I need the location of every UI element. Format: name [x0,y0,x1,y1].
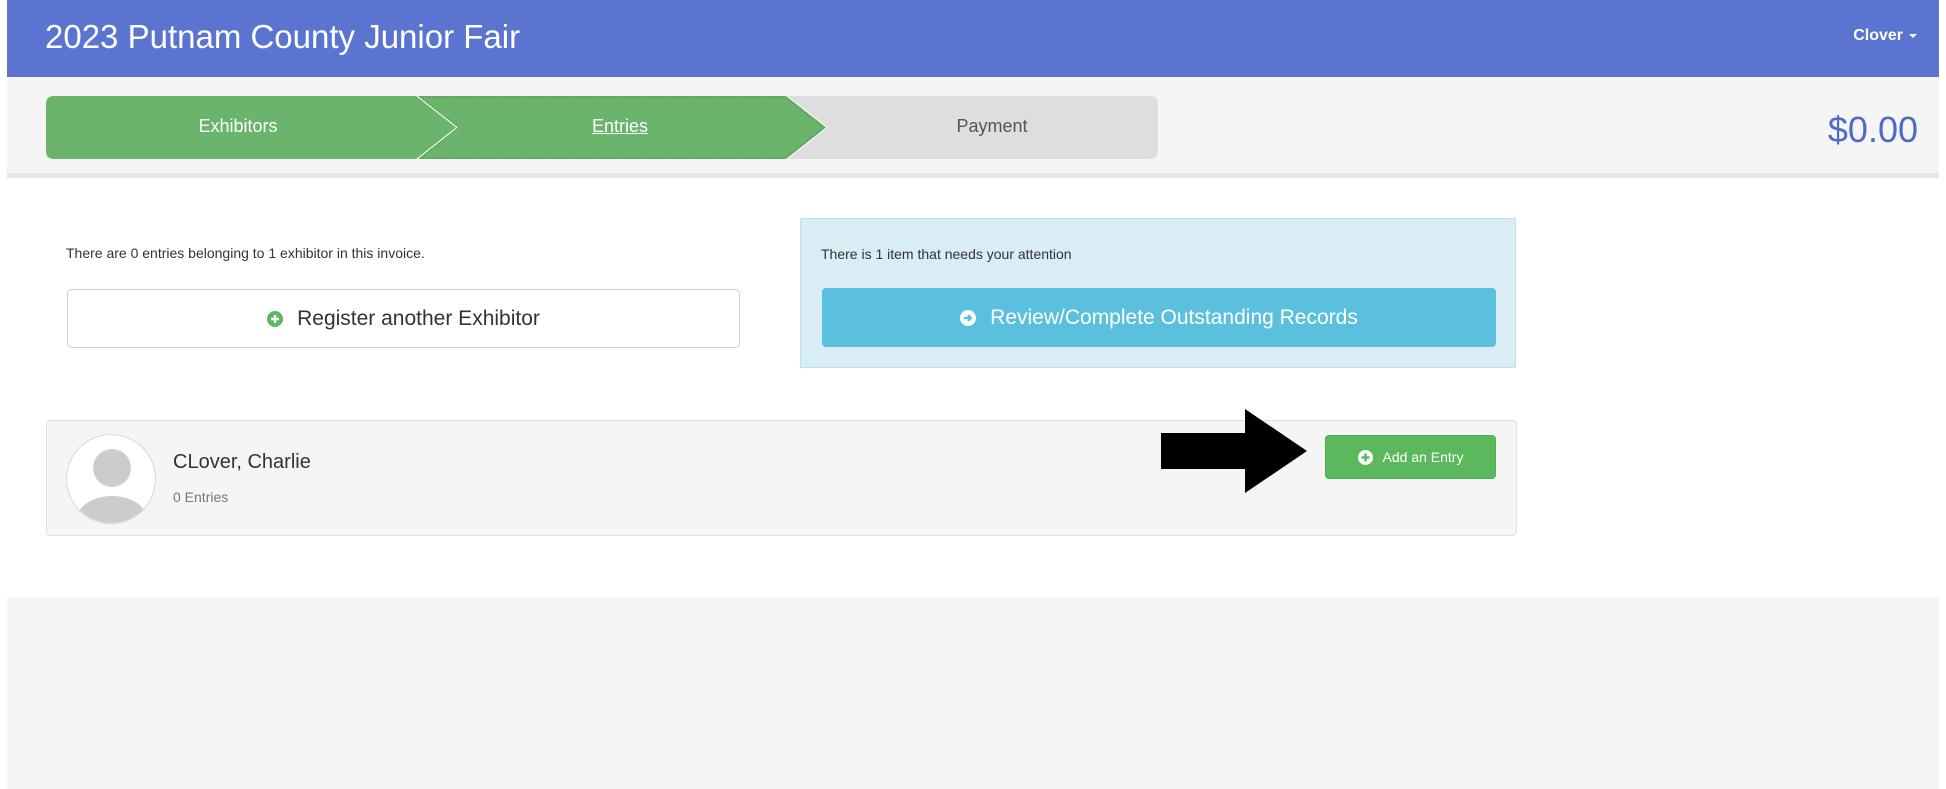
step-payment[interactable]: Payment [892,116,1092,137]
register-exhibitor-button[interactable]: Register another Exhibitor [67,289,740,348]
add-entry-button[interactable]: Add an Entry [1325,435,1496,479]
exhibitor-entry-count: 0 Entries [173,489,229,505]
entries-summary: There are 0 entries belonging to 1 exhib… [66,245,425,261]
footer [7,597,1939,789]
plus-circle-icon [267,310,284,327]
review-records-button[interactable]: Review/Complete Outstanding Records [822,288,1496,347]
black-arrow-annotation [1161,409,1307,493]
step-exhibitors[interactable]: Exhibitors [138,116,338,137]
arrow-right-circle-icon [960,309,977,326]
app-title[interactable]: 2023 Putnam County Junior Fair [45,18,520,56]
register-exhibitor-label: Register another Exhibitor [297,306,540,330]
user-silhouette-icon [76,449,148,523]
attention-panel: There is 1 item that needs your attentio… [800,218,1516,368]
add-entry-label: Add an Entry [1382,449,1464,465]
review-records-label: Review/Complete Outstanding Records [990,305,1358,329]
user-menu[interactable]: Clover [1853,27,1917,45]
avatar [66,434,156,524]
caret-down-icon [1909,33,1917,38]
step-entries[interactable]: Entries [520,116,720,137]
progress-bar: Exhibitors Entries Payment $0.00 [7,77,1939,178]
plus-circle-icon [1357,449,1373,465]
top-navbar: 2023 Putnam County Junior Fair Clover [7,0,1939,77]
step-wizard: Exhibitors Entries Payment [46,96,1158,159]
exhibitor-card: CLover, Charlie 0 Entries Add an Entry [46,409,1517,536]
user-menu-label: Clover [1853,27,1903,44]
exhibitor-name[interactable]: CLover, Charlie [173,451,311,474]
invoice-total: $0.00 [1827,109,1918,150]
attention-text: There is 1 item that needs your attentio… [821,246,1072,262]
